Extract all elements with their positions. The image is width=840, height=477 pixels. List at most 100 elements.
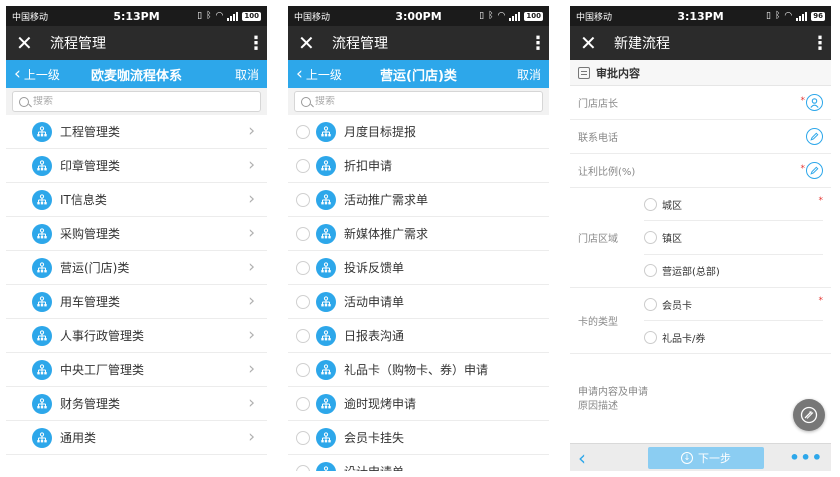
radio-option[interactable]: 礼品卡/券 [644, 321, 823, 353]
battery-icon: 100 [524, 11, 543, 21]
vibrate-icon: ▯ [479, 11, 485, 21]
search-input[interactable] [33, 96, 254, 107]
list-item[interactable]: 投诉反馈单 [288, 251, 549, 285]
list-item[interactable]: 日报表沟通 [288, 319, 549, 353]
search-input[interactable] [315, 96, 536, 107]
more-options-icon[interactable]: ⋮ [811, 33, 829, 54]
list-item[interactable]: 新媒体推广需求 [288, 217, 549, 251]
field-label: 申请内容及申请原因描述 [578, 387, 648, 412]
list-item[interactable]: 工程管理类 › [6, 115, 267, 149]
list-item[interactable]: 活动申请单 [288, 285, 549, 319]
list-item-label: 新媒体推广需求 [344, 227, 429, 241]
radio-circle[interactable] [644, 230, 657, 244]
cancel-button[interactable]: 取消 [235, 66, 259, 83]
radio-circle[interactable] [644, 297, 657, 311]
spacer-row [570, 354, 831, 384]
list-item[interactable]: 财务管理类 › [6, 387, 267, 421]
nav-bar: ‹ 上一级 欧麦咖流程体系 取消 [6, 60, 267, 88]
vibrate-icon: ▯ [197, 11, 203, 21]
flow-category-icon [32, 359, 52, 380]
list-item[interactable]: 活动推广需求单 [288, 183, 549, 217]
edit-pencil-icon[interactable] [806, 162, 823, 179]
list-item[interactable]: 设计申请单 [288, 455, 549, 471]
list-item-label: 工程管理类 [60, 125, 121, 139]
next-step-button[interactable]: ↓ 下一步 [648, 446, 764, 469]
list-item[interactable]: 逾时现烤申请 [288, 387, 549, 421]
radio-circle[interactable] [644, 264, 657, 278]
description-field[interactable]: 申请内容及申请原因描述 [570, 384, 831, 416]
list-item-label: 印章管理类 [60, 159, 121, 173]
select-radio[interactable] [296, 328, 310, 343]
more-options-icon[interactable]: ⋮ [247, 33, 265, 54]
list-item-label: 逾时现烤申请 [344, 397, 417, 411]
field-label: 门店店长 [578, 99, 618, 110]
list-item[interactable]: 月度目标提报 [288, 115, 549, 149]
contact-phone-field[interactable]: 联系电话 [570, 120, 831, 154]
field-label: 让利比例(%) [578, 167, 636, 178]
list-item[interactable]: IT信息类 › [6, 183, 267, 217]
carrier-name: 中国移动 [12, 12, 49, 23]
radio-circle[interactable] [644, 330, 657, 344]
close-icon[interactable]: ✕ [580, 26, 606, 60]
list-item-label: 投诉反馈单 [344, 261, 405, 275]
category-list: 工程管理类 › 印章管理类 › IT信息类 › 采购管理类 › 营运(门店)类 › 用车管… [6, 115, 267, 455]
select-radio[interactable] [296, 396, 310, 411]
select-radio[interactable] [296, 464, 310, 471]
section-title: 审批内容 [596, 66, 640, 80]
search-box[interactable] [12, 91, 261, 112]
bluetooth-icon: ᛒ [206, 11, 212, 21]
list-item[interactable]: 通用类 › [6, 421, 267, 455]
hierarchy-glyph [322, 465, 330, 471]
select-radio[interactable] [296, 260, 310, 275]
signal-icon [509, 11, 521, 21]
radio-circle[interactable] [644, 197, 657, 211]
more-dots-icon[interactable]: ••• [789, 448, 823, 467]
chevron-left-icon[interactable]: ‹ [578, 446, 606, 470]
select-radio[interactable] [296, 294, 310, 309]
select-radio[interactable] [296, 192, 310, 207]
list-item-label: 礼品卡（购物卡、券）申请 [344, 363, 489, 377]
search-icon [19, 96, 29, 107]
user-picker-icon[interactable] [806, 94, 823, 111]
store-manager-field[interactable]: 门店店长 * [570, 86, 831, 120]
radio-option[interactable]: 会员卡 [644, 288, 823, 321]
store-area-radio-group: 城区 镇区 营运部(总部) [644, 188, 823, 287]
back-button[interactable]: ‹ 上一级 [14, 65, 60, 83]
list-item[interactable]: 礼品卡（购物卡、券）申请 [288, 353, 549, 387]
close-icon[interactable]: ✕ [298, 26, 324, 60]
hierarchy-glyph [321, 193, 331, 204]
select-radio[interactable] [296, 362, 310, 377]
search-box[interactable] [294, 91, 543, 112]
hierarchy-glyph [321, 295, 331, 306]
edit-pencil-icon[interactable] [806, 128, 823, 145]
chevron-right-icon: › [248, 291, 255, 311]
list-item[interactable]: 会员卡挂失 [288, 421, 549, 455]
close-icon[interactable]: ✕ [16, 26, 42, 60]
more-options-icon[interactable]: ⋮ [529, 33, 547, 54]
app-title: 流程管理 [332, 36, 388, 52]
list-item[interactable]: 印章管理类 › [6, 149, 267, 183]
list-item-label: 人事行政管理类 [60, 329, 145, 343]
wifi-icon: ◠ [497, 11, 506, 21]
select-radio[interactable] [296, 124, 310, 139]
list-item[interactable]: 采购管理类 › [6, 217, 267, 251]
back-button[interactable]: ‹ 上一级 [296, 65, 342, 83]
select-radio[interactable] [296, 158, 310, 173]
radio-option[interactable]: 城区 [644, 188, 823, 222]
list-item[interactable]: 用车管理类 › [6, 285, 267, 319]
floating-action-button[interactable] [793, 399, 825, 431]
list-item[interactable]: 折扣申请 [288, 149, 549, 183]
status-bar: 中国移动 3:00PM ▯ ᛒ ◠ 100 [288, 6, 549, 26]
list-item[interactable]: 人事行政管理类 › [6, 319, 267, 353]
select-radio[interactable] [296, 430, 310, 445]
radio-option[interactable]: 营运部(总部) [644, 255, 823, 287]
list-item[interactable]: 营运(门店)类 › [6, 251, 267, 285]
select-radio[interactable] [296, 226, 310, 241]
discount-ratio-field[interactable]: 让利比例(%) * [570, 154, 831, 188]
cancel-button[interactable]: 取消 [517, 66, 541, 83]
battery-icon: 100 [242, 11, 261, 21]
radio-option[interactable]: 镇区 [644, 221, 823, 255]
status-icons: ▯ ᛒ ◠ 100 [197, 11, 261, 21]
flow-icon [316, 359, 336, 380]
list-item[interactable]: 中央工厂管理类 › [6, 353, 267, 387]
